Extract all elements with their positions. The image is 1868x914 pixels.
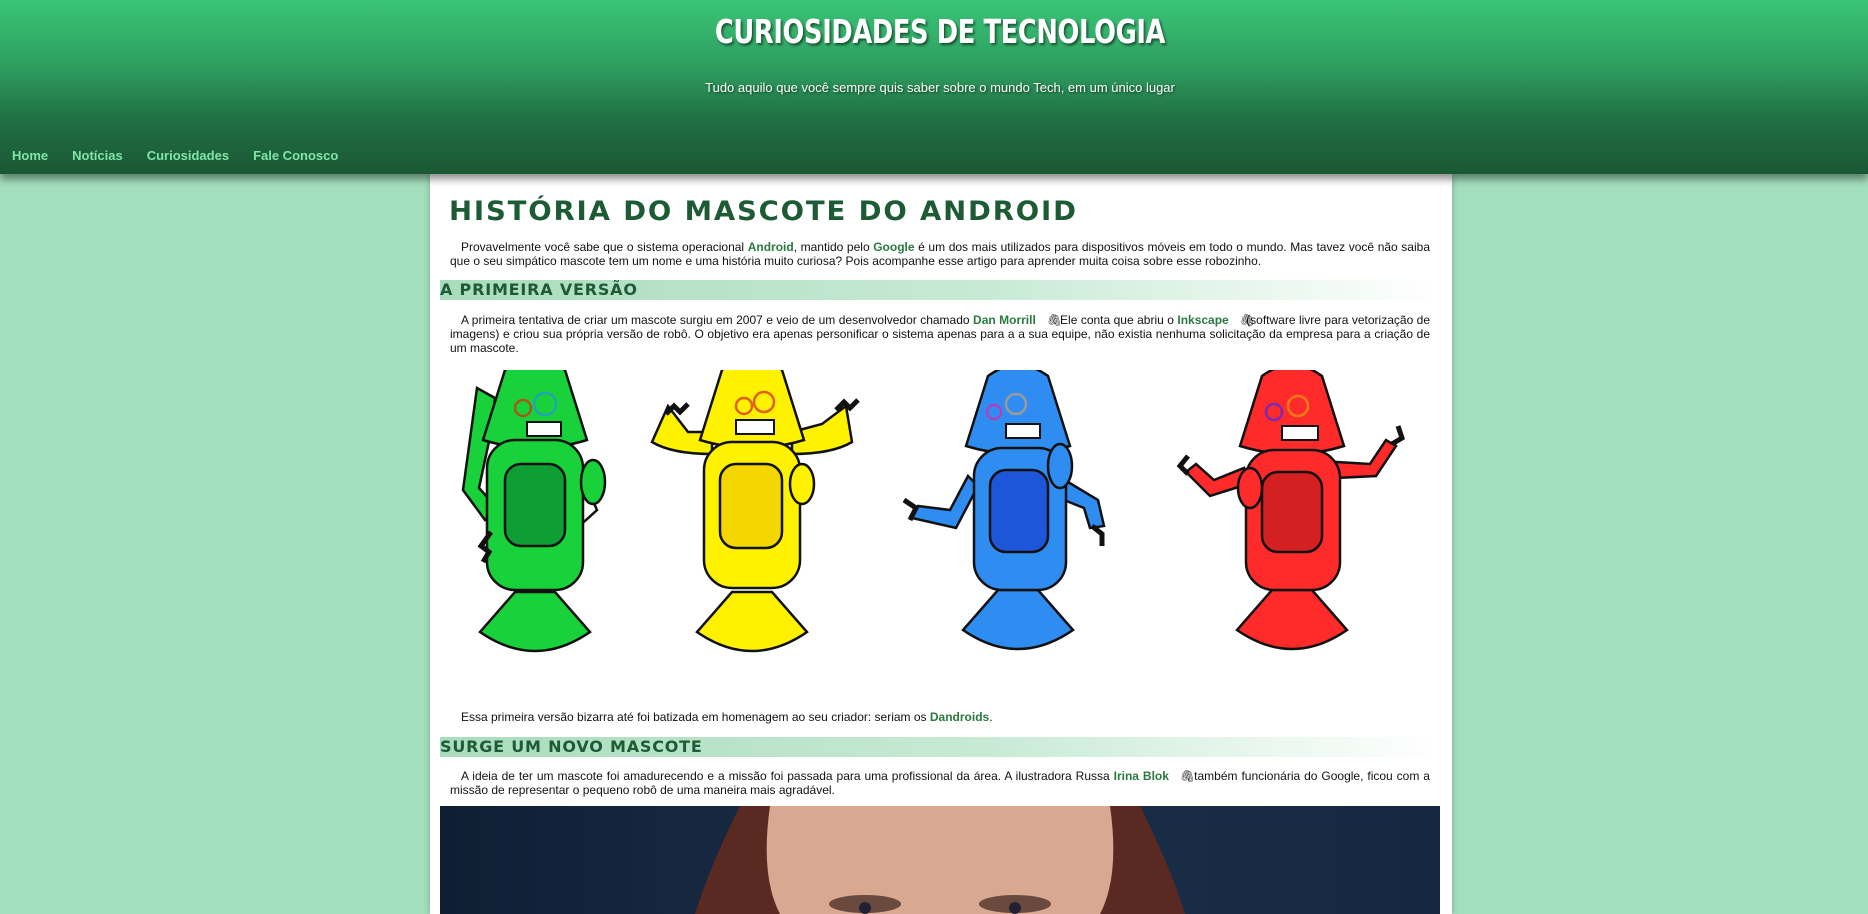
dan-morrill-label: Dan Morrill: [973, 313, 1036, 327]
section-heading-novo-mascote: SURGE UM NOVO MASCOTE: [440, 737, 1440, 757]
intro-text-2: , mantido pelo: [793, 240, 874, 254]
s2-text-1: A ideia de ter um mascote foi amadurecen…: [461, 769, 1114, 783]
irina-blok-label: Irina Blok: [1113, 769, 1169, 783]
paperclip-icon: 🖇: [1179, 769, 1196, 783]
dandroids-link[interactable]: Dandroids: [930, 710, 989, 724]
red-robot: [1176, 370, 1406, 651]
dan-morrill-link[interactable]: Dan Morrill 🖇: [973, 313, 1063, 327]
s1-text-1: A primeira tentativa de criar um mascote…: [461, 313, 974, 327]
site-header: CURIOSIDADES DE TECNOLOGIA Tudo aquilo q…: [0, 0, 1868, 174]
android-link[interactable]: Android: [748, 240, 794, 254]
site-title: CURIOSIDADES DE TECNOLOGIA: [714, 12, 1166, 51]
inkscape-label: Inkscape: [1177, 313, 1229, 327]
dandroids-image: [461, 370, 1406, 653]
paperclip-icon: 🖇: [1239, 313, 1255, 327]
inkscape-link[interactable]: Inkscape 🖇: [1177, 313, 1255, 327]
s1p2-text-1: Essa primeira versão bizarra até foi bat…: [461, 710, 930, 724]
intro-paragraph: Provavelmente você sabe que o sistema op…: [450, 240, 1430, 268]
green-robot: [461, 370, 607, 653]
nav-curiosidades-link[interactable]: Curiosidades: [147, 148, 229, 163]
irina-blok-link[interactable]: Irina Blok 🖇: [1113, 769, 1196, 783]
section-heading-primeira-versao: A PRIMEIRA VERSÃO: [440, 280, 1440, 300]
s1p2-text-2: .: [989, 710, 993, 724]
irina-blok-photo: [440, 806, 1440, 914]
main-nav: Home Notícias Curiosidades Fale Conosco: [12, 148, 362, 163]
section1-paragraph: A primeira tentativa de criar um mascote…: [450, 313, 1430, 355]
section2-paragraph: A ideia de ter um mascote foi amadurecen…: [450, 769, 1430, 797]
site-subtitle: Tudo aquilo que você sempre quis saber s…: [705, 80, 1175, 95]
article-title: HISTÓRIA DO MASCOTE DO ANDROID: [449, 196, 1078, 227]
s1-text-2: . Ele conta que abriu o: [1049, 313, 1178, 327]
intro-text-1: Provavelmente você sabe que o sistema op…: [461, 240, 748, 254]
nav-fale-conosco-link[interactable]: Fale Conosco: [253, 148, 338, 163]
nav-noticias-link[interactable]: Notícias: [72, 148, 123, 163]
article: HISTÓRIA DO MASCOTE DO ANDROID Provavelm…: [430, 174, 1452, 914]
blue-robot: [902, 370, 1106, 651]
yellow-robot: [650, 370, 860, 653]
section1-closing-paragraph: Essa primeira versão bizarra até foi bat…: [450, 710, 1430, 724]
nav-home-link[interactable]: Home: [12, 148, 48, 163]
portrait-graphic: [695, 806, 1185, 914]
google-link[interactable]: Google: [873, 240, 914, 254]
paperclip-icon: 🖇: [1046, 313, 1063, 327]
